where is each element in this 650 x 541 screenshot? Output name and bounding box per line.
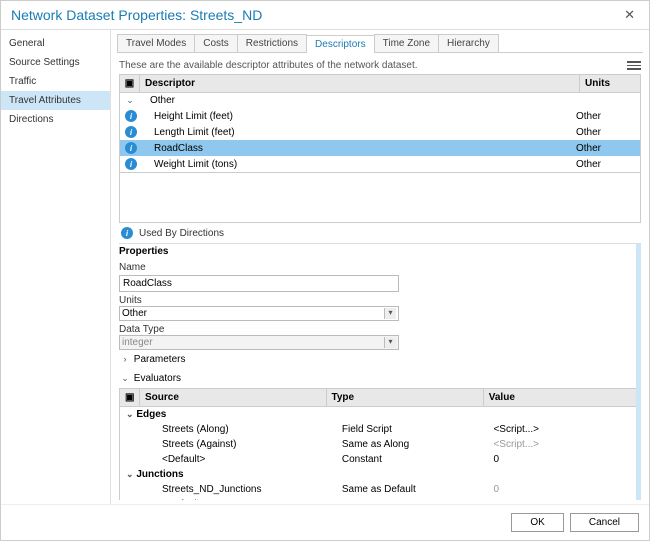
col-descriptor[interactable]: Descriptor [140,75,580,92]
group-row[interactable]: ⌄ Other [120,93,640,108]
evaluators-grid: ⌄ Edges Streets (Along)Field Script<Scri… [119,407,641,500]
evaluators-section[interactable]: ⌄ Evaluators [119,369,641,388]
sidebar: General Source Settings Traffic Travel A… [1,30,111,504]
table-row[interactable]: i Height Limit (feet) Other [120,108,640,124]
sidebar-item-travel-attributes[interactable]: Travel Attributes [1,91,110,110]
chevron-down-icon: ▾ [384,337,396,348]
chevron-down-icon: ⌄ [119,373,131,384]
chevron-down-icon: ⌄ [126,469,134,479]
grid-empty-area [119,173,641,223]
col-type[interactable]: Type [327,389,484,406]
eval-row[interactable]: Streets_ND_JunctionsSame as Default0 [120,482,640,497]
evaluators-header: ▣ Source Type Value [119,388,641,407]
used-by-row: i Used By Directions [119,223,641,243]
parameters-label: Parameters [134,354,186,365]
body: General Source Settings Traffic Travel A… [1,30,649,504]
name-input[interactable] [119,275,399,292]
sidebar-item-traffic[interactable]: Traffic [1,72,110,91]
tab-restrictions[interactable]: Restrictions [237,34,307,52]
properties-section: Properties Name Units Other ▾ Data Type … [119,243,641,500]
name-label: Name [119,259,641,273]
units-label: Units [119,292,641,306]
row-name: Height Limit (feet) [144,111,576,122]
evaluators-label: Evaluators [134,373,181,384]
descriptor-grid: ⌄ Other i Height Limit (feet) Other i Le… [119,93,641,173]
footer: OK Cancel [1,504,649,540]
eval-row[interactable]: <Default>Constant0 [120,452,640,467]
row-units: Other [576,143,636,154]
main: Travel Modes Costs Restrictions Descript… [111,30,649,504]
chevron-down-icon[interactable]: ⌄ [124,95,136,106]
datatype-value: integer [122,337,384,348]
eval-row[interactable]: Streets (Against)Same as Along<Script...… [120,437,640,452]
eval-row[interactable]: <Default>Constant0 [120,497,640,500]
row-name: RoadClass [144,143,576,154]
tab-hierarchy[interactable]: Hierarchy [438,34,499,52]
tab-time-zone[interactable]: Time Zone [374,34,439,52]
ok-button[interactable]: OK [511,513,563,532]
sidebar-item-general[interactable]: General [1,34,110,53]
used-by-label: Used By Directions [139,228,224,239]
info-icon: i [125,158,137,170]
sidebar-item-directions[interactable]: Directions [1,110,110,129]
sidebar-item-source-settings[interactable]: Source Settings [1,53,110,72]
col-source[interactable]: Source [140,389,327,406]
window-title: Network Dataset Properties: Streets_ND [11,7,620,23]
cancel-button[interactable]: Cancel [570,513,639,532]
hint-text: These are the available descriptor attri… [119,60,418,71]
chevron-down-icon[interactable]: ▾ [384,308,396,319]
table-row[interactable]: i Weight Limit (tons) Other [120,156,640,172]
chevron-right-icon: › [119,354,131,364]
units-select[interactable]: Other ▾ [119,306,399,321]
titlebar: Network Dataset Properties: Streets_ND ✕ [1,1,649,30]
datatype-label: Data Type [119,321,641,335]
tab-travel-modes[interactable]: Travel Modes [117,34,195,52]
chat-icon: ▣ [120,75,140,92]
scrollbar[interactable] [636,244,641,500]
properties-heading: Properties [119,244,641,259]
row-units: Other [576,127,636,138]
col-units[interactable]: Units [580,75,640,92]
group-label: Other [136,95,175,106]
tab-descriptors[interactable]: Descriptors [306,35,375,53]
descriptor-grid-header: ▣ Descriptor Units [119,74,641,93]
tab-costs[interactable]: Costs [194,34,238,52]
hint-row: These are the available descriptor attri… [119,57,641,74]
dialog-window: Network Dataset Properties: Streets_ND ✕… [0,0,650,541]
tabs: Travel Modes Costs Restrictions Descript… [117,34,643,53]
close-icon[interactable]: ✕ [620,7,639,23]
eval-row[interactable]: Streets (Along)Field Script<Script...> [120,422,640,437]
table-row[interactable]: i Length Limit (feet) Other [120,124,640,140]
row-units: Other [576,159,636,170]
info-icon: i [121,227,133,239]
eval-group[interactable]: ⌄ Junctions [120,467,640,482]
units-value: Other [122,308,384,319]
parameters-section[interactable]: › Parameters [119,350,641,369]
datatype-select: integer ▾ [119,335,399,350]
tab-content: These are the available descriptor attri… [111,53,649,504]
chat-icon: ▣ [120,389,140,406]
row-units: Other [576,111,636,122]
info-icon: i [125,126,137,138]
table-row[interactable]: i RoadClass Other [120,140,640,156]
row-name: Length Limit (feet) [144,127,576,138]
col-value[interactable]: Value [484,389,640,406]
info-icon: i [125,142,137,154]
row-name: Weight Limit (tons) [144,159,576,170]
info-icon: i [125,110,137,122]
eval-group[interactable]: ⌄ Edges [120,407,640,422]
menu-icon[interactable] [627,61,641,70]
chevron-down-icon: ⌄ [126,409,134,419]
